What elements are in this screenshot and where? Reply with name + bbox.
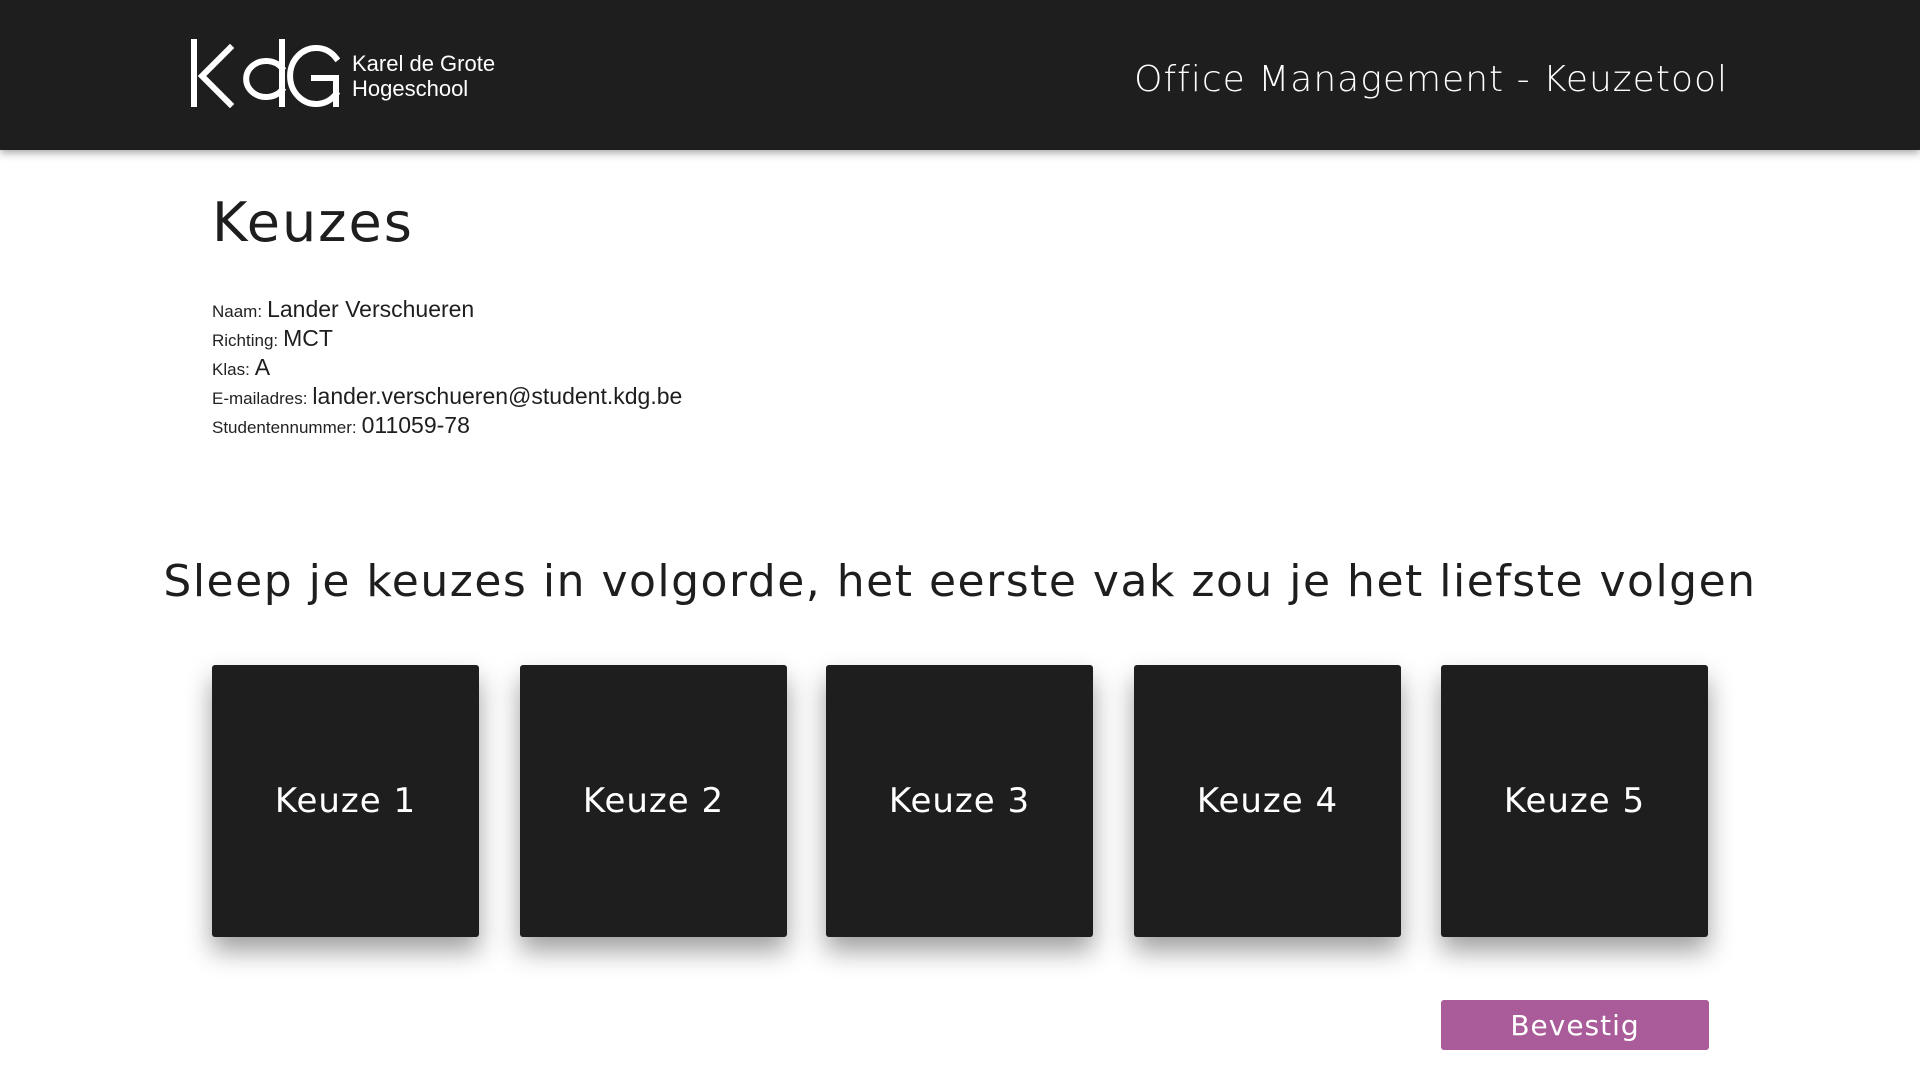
choice-label-1: Keuze 1 <box>274 781 417 821</box>
student-class-row: Klas: A <box>212 354 682 383</box>
class-label: Klas: <box>212 360 250 379</box>
choice-card-5[interactable]: Keuze 5 <box>1441 665 1708 937</box>
student-info: Naam: Lander Verschueren Richting: MCT K… <box>212 296 682 441</box>
choice-label-3: Keuze 3 <box>888 781 1031 821</box>
app-title: Office Management - Keuzetool <box>1134 59 1728 100</box>
class-value: A <box>254 354 271 380</box>
student-number-label: Studentennummer: <box>212 418 357 437</box>
logo-line-1: Karel de Grote <box>352 51 496 76</box>
student-number-value: 011059-78 <box>361 412 470 438</box>
logo-text: Karel de Grote Hogeschool <box>352 51 495 101</box>
direction-label: Richting: <box>212 331 279 350</box>
instruction-text: Sleep je keuzes in volgorde, het eerste … <box>163 556 1757 607</box>
top-bar: Karel de Grote Hogeschool Office Managem… <box>0 0 1920 150</box>
student-email-row: E-mailadres: lander.verschueren@student.… <box>212 383 682 412</box>
student-name-row: Naam: Lander Verschueren <box>212 296 682 325</box>
choices-list: Keuze 1 Keuze 2 Keuze 3 Keuze 4 Keuze 5 <box>212 665 1710 937</box>
kdg-logo[interactable]: Karel de Grote Hogeschool <box>190 38 495 108</box>
choice-card-4[interactable]: Keuze 4 <box>1134 665 1401 937</box>
student-direction-row: Richting: MCT <box>212 325 682 354</box>
name-label: Naam: <box>212 302 263 321</box>
page-title: Keuzes <box>212 191 414 254</box>
choice-label-5: Keuze 5 <box>1503 781 1646 821</box>
kdg-logo-mark <box>191 39 340 108</box>
choice-card-2[interactable]: Keuze 2 <box>520 665 787 937</box>
student-number-row: Studentennummer: 011059-78 <box>212 412 682 441</box>
name-value: Lander Verschueren <box>267 296 475 322</box>
choice-card-3[interactable]: Keuze 3 <box>826 665 1093 937</box>
choice-label-4: Keuze 4 <box>1196 781 1339 821</box>
choice-label-2: Keuze 2 <box>582 781 725 821</box>
confirm-button[interactable]: Bevestig <box>1441 1000 1709 1050</box>
email-value: lander.verschueren@student.kdg.be <box>312 383 683 409</box>
logo-line-2: Hogeschool <box>352 76 469 101</box>
email-label: E-mailadres: <box>212 389 308 408</box>
choice-card-1[interactable]: Keuze 1 <box>212 665 479 937</box>
direction-value: MCT <box>283 325 333 351</box>
